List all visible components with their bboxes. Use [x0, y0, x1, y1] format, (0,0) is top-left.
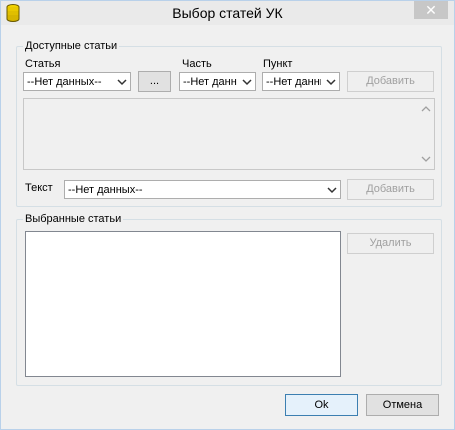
- item-label: Пункт: [263, 58, 293, 70]
- selected-articles-list[interactable]: [25, 231, 341, 377]
- part-select-value: --Нет данных--: [183, 76, 237, 88]
- chevron-down-icon: [324, 181, 340, 198]
- article-label: Статья: [25, 58, 61, 70]
- item-select[interactable]: --Нет данных--: [262, 72, 340, 91]
- remove-article-button[interactable]: Удалить: [347, 233, 434, 254]
- add-article-button[interactable]: Добавить: [347, 71, 434, 92]
- dialog-window: Выбор статей УК ✕ Доступные статьи Стать…: [0, 0, 455, 430]
- article-select[interactable]: --Нет данных--: [23, 72, 131, 91]
- close-icon: ✕: [425, 2, 437, 18]
- text-select-value: --Нет данных--: [68, 184, 143, 196]
- browse-article-button[interactable]: ...: [138, 71, 171, 92]
- text-select[interactable]: --Нет данных--: [64, 180, 341, 199]
- preview-scrollbar[interactable]: [418, 99, 434, 169]
- item-select-value: --Нет данных--: [266, 76, 321, 88]
- chevron-down-icon: [323, 73, 339, 90]
- cancel-button[interactable]: Отмена: [366, 394, 439, 416]
- title-bar[interactable]: Выбор статей УК ✕: [1, 1, 454, 25]
- available-articles-legend: Доступные статьи: [23, 40, 120, 52]
- part-select[interactable]: --Нет данных--: [179, 72, 256, 91]
- close-button[interactable]: ✕: [414, 1, 448, 19]
- selected-articles-legend: Выбранные статьи: [23, 213, 124, 225]
- window-title: Выбор статей УК: [172, 5, 283, 21]
- chevron-down-icon: [114, 73, 130, 90]
- add-text-button[interactable]: Добавить: [347, 179, 434, 200]
- chevron-down-icon: [239, 73, 255, 90]
- article-select-value: --Нет данных--: [27, 76, 102, 88]
- text-label: Текст: [25, 182, 53, 194]
- ok-button[interactable]: Ok: [285, 394, 358, 416]
- article-text-preview[interactable]: [23, 98, 435, 170]
- part-label: Часть: [182, 58, 212, 70]
